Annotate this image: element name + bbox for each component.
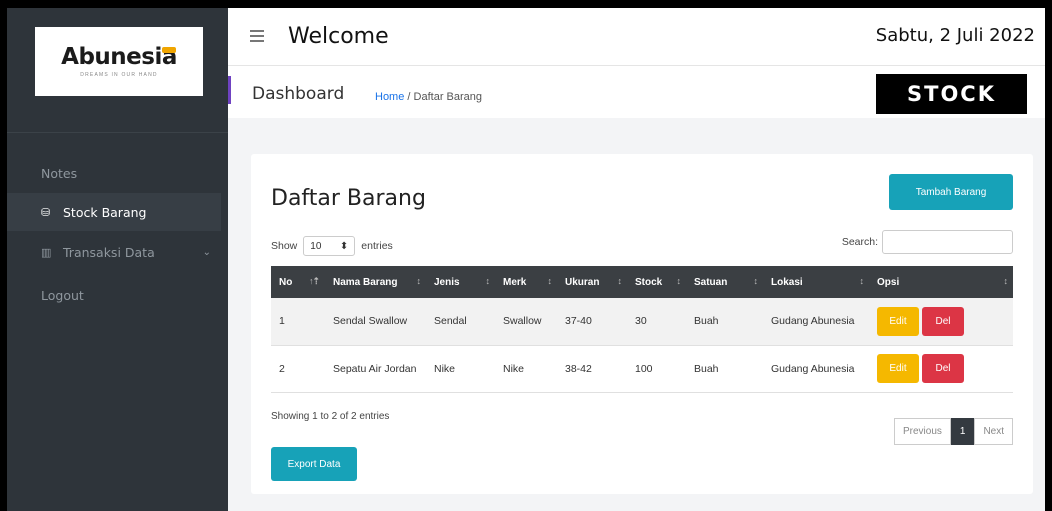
page-length-select[interactable]: 10 ⬍ <box>303 236 356 256</box>
sidebar-item-logout[interactable]: Logout <box>7 276 221 314</box>
brand-tagline: DREAMS IN OUR HAND <box>80 71 158 78</box>
app-frame: Abunesia DREAMS IN OUR HAND Notes ⛁ Stoc… <box>7 8 1045 511</box>
cell-nama: Sendal Swallow <box>325 298 426 345</box>
sort-icon: ↕ <box>547 276 552 286</box>
sort-icon: ↕ <box>1003 276 1008 286</box>
top-header: Welcome Sabtu, 2 Juli 2022 <box>228 8 1045 66</box>
col-opsi[interactable]: Opsi ↕ <box>869 266 1013 298</box>
breadcrumb-current: Daftar Barang <box>413 91 483 103</box>
cell-lokasi: Gudang Abunesia <box>763 298 869 345</box>
table-header-row: No ↑⇡ Nama Barang ↕ Jenis ↕ Merk ↕ Ukuran ↕ S… <box>271 266 1013 298</box>
sort-icon: ↕ <box>676 276 681 286</box>
entries-label: entries <box>361 240 393 252</box>
breadcrumb-home-link[interactable]: Home <box>375 91 404 103</box>
search-label: Search: <box>841 236 878 248</box>
pagination-previous[interactable]: Previous <box>893 418 951 445</box>
sort-icon: ↕ <box>753 276 758 286</box>
accent-bar <box>228 76 231 104</box>
cube-icon: ⛁ <box>41 205 51 219</box>
table-icon: ▥ <box>41 245 52 259</box>
sidebar-item-transaksi-data[interactable]: ▥ Transaksi Data ⌄ <box>7 233 221 271</box>
breadcrumb-separator: / <box>407 91 411 103</box>
brand-name: Abunesia <box>61 43 177 70</box>
show-label: Show <box>271 240 298 252</box>
add-item-button[interactable]: Tambah Barang <box>889 174 1013 210</box>
sidebar-divider <box>7 132 228 133</box>
page-heading: Welcome <box>288 24 389 49</box>
cell-satuan: Buah <box>694 362 719 375</box>
delete-button[interactable]: Del <box>922 306 964 336</box>
sidebar-item-label: Transaksi Data <box>63 244 155 260</box>
items-card: Daftar Barang Tambah Barang Show 10 ⬍ en… <box>251 154 1033 494</box>
col-jenis[interactable]: Jenis ↕ <box>426 266 495 298</box>
col-stock[interactable]: Stock ↕ <box>627 266 686 298</box>
cell-jenis: Nike <box>434 362 456 375</box>
cell-jenis: Sendal <box>426 298 495 345</box>
sidebar: Abunesia DREAMS IN OUR HAND Notes ⛁ Stoc… <box>7 8 228 511</box>
pagination-next[interactable]: Next <box>974 418 1013 445</box>
sort-icon: ↕ <box>859 276 864 286</box>
select-arrows-icon: ⬍ <box>339 240 349 252</box>
menu-toggle-icon[interactable] <box>250 30 264 45</box>
col-merk[interactable]: Merk ↕ <box>495 266 557 298</box>
sidebar-item-label: Logout <box>41 287 84 303</box>
brand-logo[interactable]: Abunesia DREAMS IN OUR HAND <box>35 27 203 96</box>
col-lokasi[interactable]: Lokasi ↕ <box>763 266 869 298</box>
edit-button[interactable]: Edit <box>877 306 919 336</box>
cell-lokasi: Gudang Abunesia <box>771 362 855 375</box>
items-table: No ↑⇡ Nama Barang ↕ Jenis ↕ Merk ↕ Ukuran ↕ S… <box>271 266 1013 393</box>
sort-icon: ↑⇡ <box>308 276 320 286</box>
cell-nama: Sepatu Air Jordan <box>333 362 417 375</box>
table-row: 1 Sendal Swallow Sendal Swallow 37-40 30… <box>271 298 1013 345</box>
delete-button[interactable]: Del <box>922 354 964 383</box>
cell-stock: 100 <box>635 362 653 375</box>
sidebar-item-stock-barang[interactable]: ⛁ Stock Barang <box>7 193 221 231</box>
table-row: 2 Sepatu Air Jordan Nike Nike 38-42 100 … <box>271 345 1013 392</box>
cell-opsi: Edit Del <box>869 298 1013 345</box>
col-nama-barang[interactable]: Nama Barang ↕ <box>325 266 426 298</box>
search-input[interactable] <box>882 230 1013 254</box>
col-no[interactable]: No ↑⇡ <box>271 266 325 298</box>
cell-merk: Nike <box>503 362 525 375</box>
col-ukuran[interactable]: Ukuran ↕ <box>557 266 627 298</box>
pagination: Previous 1 Next <box>893 418 1013 445</box>
breadcrumb: Home / Daftar Barang <box>375 91 482 103</box>
sidebar-item-notes[interactable]: Notes <box>7 154 221 192</box>
pagination-page[interactable]: 1 <box>950 418 975 445</box>
sort-icon: ↕ <box>485 276 490 286</box>
breadcrumb-bar: Dashboard Home / Daftar Barang STOCK <box>228 66 1045 118</box>
table-info: Showing 1 to 2 of 2 entries <box>271 411 390 422</box>
search-control: Search: <box>842 230 1013 254</box>
stock-badge: STOCK <box>876 74 1027 114</box>
page-title: Dashboard <box>252 84 345 104</box>
current-date: Sabtu, 2 Juli 2022 <box>875 25 1035 46</box>
cell-opsi: Edit Del <box>869 345 1013 392</box>
cell-satuan: Buah <box>686 298 763 345</box>
edit-button[interactable]: Edit <box>877 354 919 383</box>
sort-icon: ↕ <box>617 276 622 286</box>
page-length-control: Show 10 ⬍ entries <box>271 236 393 256</box>
cell-ukuran: 37-40 <box>557 298 627 345</box>
cell-stock: 30 <box>627 298 686 345</box>
cell-no: 1 <box>271 298 325 345</box>
sidebar-item-label: Stock Barang <box>63 204 147 220</box>
sort-icon: ↕ <box>416 276 421 286</box>
sidebar-item-label: Notes <box>41 165 78 181</box>
card-title: Daftar Barang <box>271 186 426 211</box>
export-data-button[interactable]: Export Data <box>271 447 357 481</box>
col-satuan[interactable]: Satuan ↕ <box>686 266 763 298</box>
page-length-value: 10 <box>310 240 322 252</box>
cell-ukuran: 38-42 <box>565 362 592 375</box>
cell-no: 2 <box>279 362 285 375</box>
cell-merk: Swallow <box>495 298 557 345</box>
chevron-down-icon: ⌄ <box>202 246 211 258</box>
